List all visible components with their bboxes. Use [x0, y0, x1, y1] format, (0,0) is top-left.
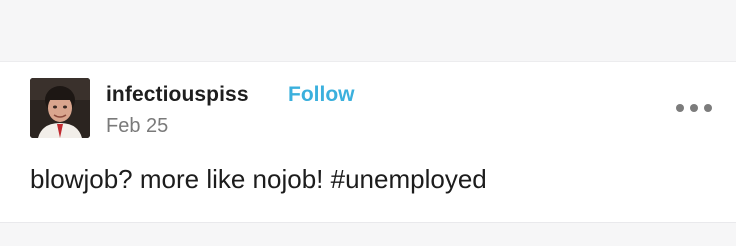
post-card: infectiouspiss Follow Feb 25 blowjob? mo… — [0, 61, 736, 223]
more-options-icon[interactable] — [676, 102, 712, 114]
follow-button[interactable]: Follow — [288, 83, 355, 107]
post-body: blowjob? more like nojob! #unemployed — [30, 164, 487, 195]
more-dot-icon — [690, 104, 698, 112]
post-hashtag[interactable]: #unemployed — [331, 164, 487, 194]
more-dot-icon — [676, 104, 684, 112]
avatar-image — [30, 78, 90, 138]
post-body-text: blowjob? more like nojob! — [30, 164, 331, 194]
post-username[interactable]: infectiouspiss — [106, 83, 249, 107]
post-date[interactable]: Feb 25 — [106, 115, 168, 138]
avatar[interactable] — [30, 78, 90, 138]
more-dot-icon — [704, 104, 712, 112]
page: infectiouspiss Follow Feb 25 blowjob? mo… — [0, 0, 736, 246]
